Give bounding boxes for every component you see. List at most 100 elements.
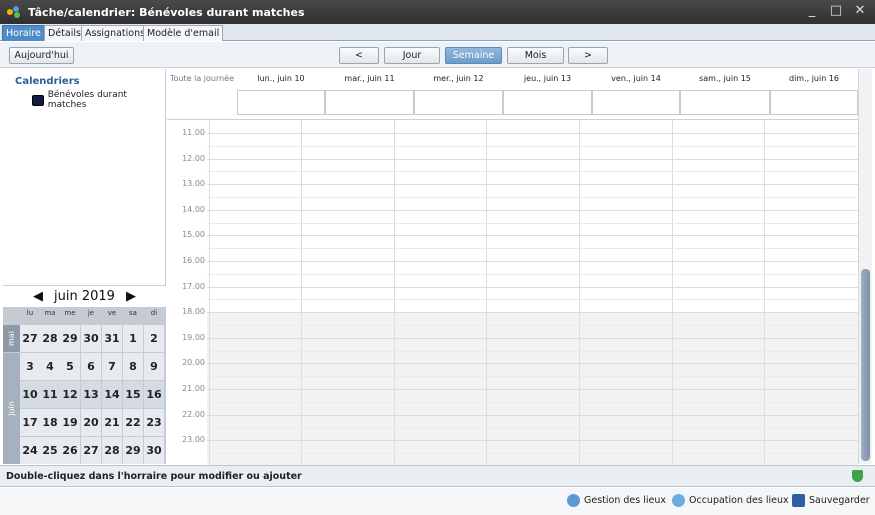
mini-calendar-day[interactable]: 17	[20, 409, 40, 436]
mini-calendar-day[interactable]: 28	[40, 325, 60, 352]
hour-label: 21.00	[182, 384, 205, 393]
mini-calendar-day[interactable]: 1	[123, 325, 143, 352]
mini-calendar-day[interactable]: 26	[60, 437, 80, 464]
tab-details[interactable]: Détails	[44, 25, 85, 41]
allday-cell[interactable]	[325, 90, 414, 115]
hour-line	[207, 337, 858, 339]
mini-calendar-day[interactable]: 6	[81, 353, 101, 380]
half-hour-line	[207, 376, 858, 378]
mini-calendar-day[interactable]: 5	[60, 353, 80, 380]
mini-calendar-month: juin 2019	[54, 288, 115, 304]
mini-calendar-day[interactable]: 31	[102, 325, 122, 352]
prev-button[interactable]: <	[339, 47, 379, 64]
manage-venues-label: Gestion des lieux	[584, 495, 666, 506]
hour-label: 14.00	[182, 204, 205, 214]
mini-calendar-day[interactable]: 16	[144, 381, 164, 408]
week-view-button[interactable]: Semaine	[445, 47, 502, 64]
maximize-icon[interactable]: □	[829, 3, 843, 18]
save-button[interactable]: Sauvegarder	[792, 494, 870, 507]
mini-calendar-day[interactable]: 27	[81, 437, 101, 464]
mini-calendar-day[interactable]: 29	[123, 437, 143, 464]
mini-calendar-weekday: me	[64, 309, 76, 317]
title-bar: Tâche/calendrier: Bénévoles durant match…	[0, 0, 875, 24]
time-grid[interactable]: 11.00 12.00 13.00 14.00 15.00 16.00 17.00 18.00…	[167, 119, 858, 465]
day-header[interactable]: dim., juin 16	[770, 69, 858, 89]
tab-bar: Horaire Détails Assignations Modèle d'em…	[0, 24, 875, 41]
mini-calendar-day[interactable]: 27	[20, 325, 40, 352]
mini-calendar-day[interactable]: 15	[123, 381, 143, 408]
scrollbar-thumb[interactable]	[861, 269, 870, 461]
mini-calendar-day[interactable]: 2	[144, 325, 164, 352]
next-button[interactable]: >	[568, 47, 608, 64]
day-header[interactable]: mer., juin 12	[414, 69, 503, 89]
mini-calendar-weekday: je	[87, 309, 95, 317]
hour-label: 23.00	[182, 435, 205, 445]
today-button[interactable]: Aujourd'hui	[9, 47, 74, 64]
tab-assignations[interactable]: Assignations	[81, 25, 150, 41]
mini-calendar-day[interactable]: 9	[144, 353, 164, 380]
prev-month-icon[interactable]: ◀	[28, 289, 48, 304]
mini-calendar-day[interactable]: 20	[81, 409, 101, 436]
mini-calendar-day[interactable]: 23	[144, 409, 164, 436]
day-header[interactable]: lun., juin 10	[237, 69, 325, 89]
manage-venues-button[interactable]: Gestion des lieux	[567, 494, 666, 507]
hour-line	[207, 414, 858, 416]
month-label-text: mai	[6, 331, 16, 346]
close-icon[interactable]: ✕	[853, 3, 867, 18]
mini-calendar-day[interactable]: 14	[102, 381, 122, 408]
minimize-icon[interactable]: _	[805, 3, 819, 18]
app-icon	[7, 6, 21, 18]
hour-label: 15.00	[182, 230, 205, 240]
hour-label: 11.00	[182, 128, 205, 137]
calendars-heading: Calendriers	[15, 76, 80, 87]
hour-label: 12.00	[182, 153, 205, 163]
hour-line	[207, 261, 858, 262]
day-header[interactable]: jeu., juin 13	[503, 69, 592, 89]
mini-calendar-day[interactable]: 22	[123, 409, 143, 436]
allday-cell[interactable]	[414, 90, 503, 115]
mini-calendar-day[interactable]: 30	[144, 437, 164, 464]
mini-calendar-day[interactable]: 7	[102, 353, 122, 380]
next-month-icon[interactable]: ▶	[121, 289, 141, 304]
venue-occupation-label: Occupation des lieux	[689, 495, 789, 506]
mini-calendar: lu ma me je ve sa di mai juin 27 28 29 30 31 1 2 3 4 5 6 7 8 9…	[3, 307, 166, 464]
mini-calendar-day[interactable]: 3	[20, 353, 40, 380]
month-view-button[interactable]: Mois	[507, 47, 564, 64]
mini-calendar-day[interactable]: 21	[102, 409, 122, 436]
day-view-button[interactable]: Jour	[384, 47, 440, 64]
toolbar: Aujourd'hui < Jour Semaine Mois >	[0, 42, 875, 68]
day-header[interactable]: sam., juin 15	[680, 69, 770, 89]
day-header[interactable]: ven., juin 14	[592, 69, 680, 89]
mini-calendar-day[interactable]: 18	[40, 409, 60, 436]
mini-calendar-day[interactable]: 4	[40, 353, 60, 380]
mini-calendar-day[interactable]: 10	[20, 381, 40, 408]
tab-modele-email[interactable]: Modèle d'email	[143, 25, 224, 41]
mini-calendar-day[interactable]: 25	[40, 437, 60, 464]
status-bar: Double-cliquez dans l'horraire pour modi…	[0, 465, 875, 487]
mini-calendar-day[interactable]: 28	[102, 437, 122, 464]
half-hour-line	[207, 171, 858, 173]
hour-line	[207, 440, 858, 442]
half-hour-line	[207, 325, 858, 326]
mini-calendar-day[interactable]: 24	[20, 437, 40, 464]
venue-occupation-button[interactable]: Occupation des lieux	[672, 494, 789, 507]
allday-cell[interactable]	[680, 90, 770, 115]
mini-calendar-day[interactable]: 8	[123, 353, 143, 380]
mini-calendar-day[interactable]: 29	[60, 325, 80, 352]
calendar-item[interactable]: Bénévoles durant matches	[32, 90, 165, 110]
schedule-scrollbar[interactable]	[858, 69, 872, 464]
mini-calendar-day[interactable]: 30	[81, 325, 101, 352]
mini-calendar-day[interactable]: 11	[40, 381, 60, 408]
allday-cell[interactable]	[503, 90, 592, 115]
status-text: Double-cliquez dans l'horraire pour modi…	[6, 471, 302, 482]
day-header[interactable]: mar., juin 11	[325, 69, 414, 89]
mini-calendar-day[interactable]: 12	[60, 381, 80, 408]
allday-cell[interactable]	[237, 90, 325, 115]
mini-calendar-day[interactable]: 19	[60, 409, 80, 436]
mini-calendar-day[interactable]: 13	[81, 381, 101, 408]
hour-line	[207, 286, 858, 288]
allday-cell[interactable]	[592, 90, 680, 115]
mini-calendar-header: ◀ juin 2019 ▶	[3, 285, 166, 306]
tab-horaire[interactable]: Horaire	[2, 25, 45, 41]
allday-cell[interactable]	[770, 90, 858, 115]
